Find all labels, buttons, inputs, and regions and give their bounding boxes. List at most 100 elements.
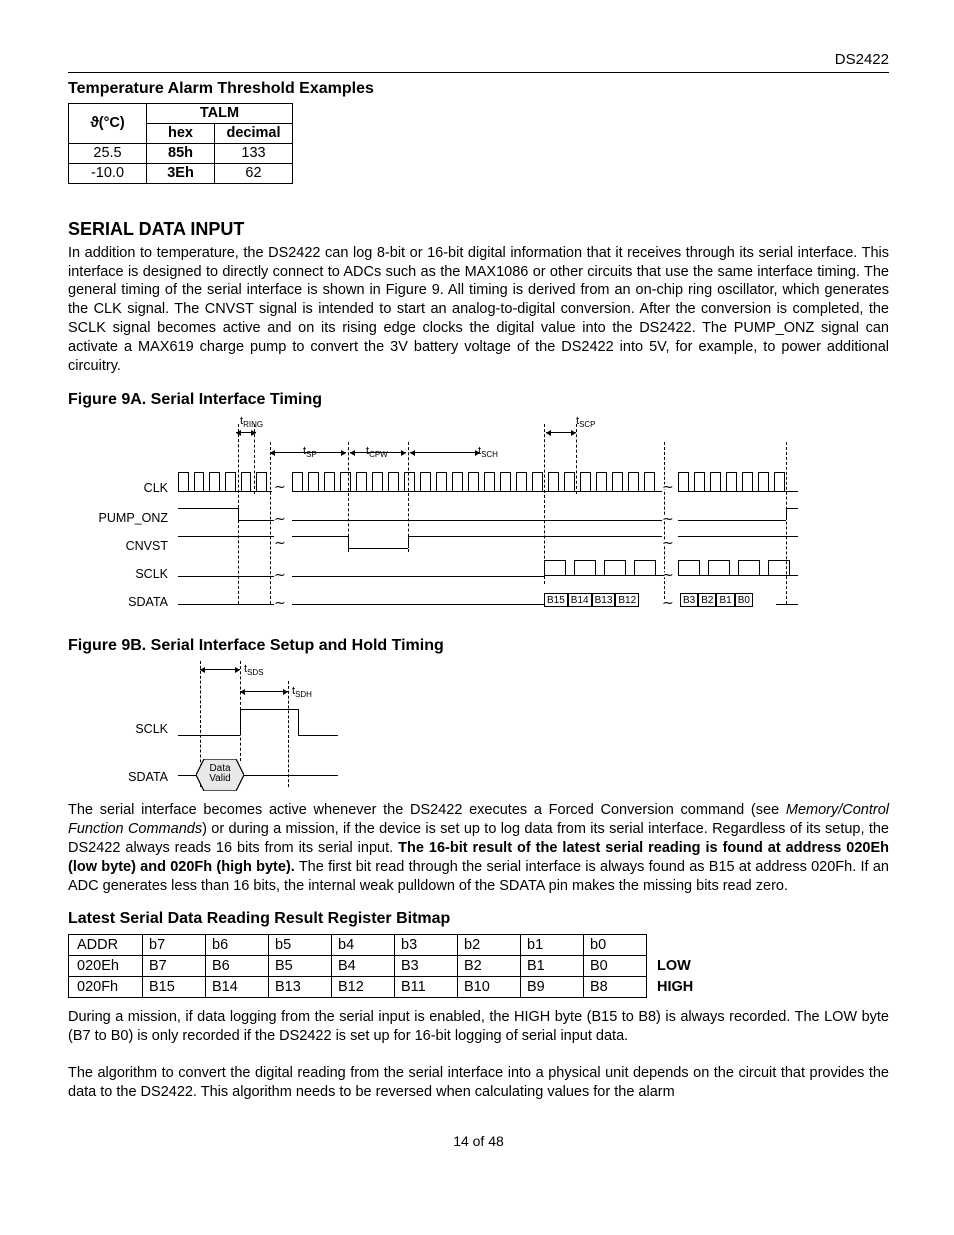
reg-bit-header: b5: [269, 935, 332, 956]
fig9a-dash: [664, 442, 665, 604]
reg-bit-header: b1: [521, 935, 584, 956]
fig9a-label-sclk: SCLK: [68, 566, 168, 582]
fig9a-arrow: [410, 452, 480, 453]
bit-box: B12: [615, 593, 639, 607]
fig9b-sclk-line: [240, 709, 241, 735]
reg-row: 020Fh B15 B14 B13 B12 B11 B10 B9 B8 HIGH: [69, 977, 707, 998]
break-icon: ≀: [276, 485, 286, 490]
bit-box: B1: [716, 593, 734, 607]
talm-col-hex: hex: [147, 124, 215, 144]
fig9a-pump-line: [678, 520, 786, 521]
fig9a-sdata-line: [178, 604, 274, 605]
reg-header-row: ADDR b7 b6 b5 b4 b3 b2 b1 b0: [69, 935, 707, 956]
top-rule: [68, 72, 889, 73]
fig9a-clk-train: [678, 472, 798, 492]
serial-heading: SERIAL DATA INPUT: [68, 218, 889, 241]
break-icon: ≀: [276, 541, 286, 546]
trailing-p2: The algorithm to convert the digital rea…: [68, 1064, 889, 1102]
break-icon: ≀: [664, 541, 674, 546]
fig9b-dash: [288, 681, 289, 787]
bit-box: B14: [568, 593, 592, 607]
fig9a-label-pump: PUMP_ONZ: [68, 510, 168, 526]
break-icon: ≀: [276, 601, 286, 606]
reg-heading: Latest Serial Data Reading Result Regist…: [68, 909, 889, 930]
trailing-p1: During a mission, if data logging from t…: [68, 1008, 889, 1046]
fig9b-heading: Figure 9B. Serial Interface Setup and Ho…: [68, 636, 889, 657]
fig9b-sdata-line: [244, 775, 338, 776]
serial-paragraph: In addition to temperature, the DS2422 c…: [68, 244, 889, 376]
reg-bit: B10: [458, 977, 521, 998]
fig9a-bits-left: B15B14B13B12: [544, 590, 639, 609]
fig9b-t-sds: tSDS: [244, 662, 264, 679]
fig9a-clk-train: [178, 472, 272, 492]
fig9a-pump-line: [178, 508, 238, 509]
reg-row: 020Eh B7 B6 B5 B4 B3 B2 B1 B0 LOW: [69, 956, 707, 977]
reg-bit-header: b6: [206, 935, 269, 956]
fig9a-label-cnvst: CNVST: [68, 538, 168, 554]
page-number: 14 of 48: [68, 1132, 889, 1150]
reg-bit: B1: [521, 956, 584, 977]
reg-tag: [647, 935, 707, 956]
fig9a-t-ring: tRING: [240, 414, 263, 431]
fig9b-sclk-line: [298, 735, 338, 736]
reg-addr: 020Fh: [69, 977, 143, 998]
fig9a-bits-right: B3B2B1B0: [680, 590, 753, 609]
reg-bit: B14: [206, 977, 269, 998]
fig9a-sclk-line: [178, 576, 274, 577]
fig9a-pump-line: [786, 508, 798, 509]
fig9b-sdata-line: [178, 775, 196, 776]
reg-bit: B0: [584, 956, 647, 977]
talm-theta-cell: 25.5: [69, 144, 147, 164]
talm-col-dec: decimal: [215, 124, 293, 144]
talm-heading: Temperature Alarm Threshold Examples: [68, 79, 889, 100]
reg-bit: B5: [269, 956, 332, 977]
reg-bit: B2: [458, 956, 521, 977]
reg-bit-header: b7: [143, 935, 206, 956]
fig9b-arrow: [240, 691, 288, 692]
reg-bit: B8: [584, 977, 647, 998]
fig9a-label-sdata: SDATA: [68, 594, 168, 610]
fig9a-pump-line: [292, 520, 662, 521]
talm-dec-cell: 62: [215, 164, 293, 184]
fig9a-heading: Figure 9A. Serial Interface Timing: [68, 390, 889, 411]
reg-bit-header: b0: [584, 935, 647, 956]
break-icon: ≀: [664, 601, 674, 606]
reg-bit: B3: [395, 956, 458, 977]
reg-bit: B7: [143, 956, 206, 977]
fig9a-t-scp: tSCP: [576, 414, 596, 431]
reg-table: ADDR b7 b6 b5 b4 b3 b2 b1 b0 020Eh B7 B6…: [68, 934, 707, 998]
fig9a-label-clk: CLK: [68, 480, 168, 496]
fig9a-pump-line: [238, 508, 239, 520]
post-fig-paragraph: The serial interface becomes active when…: [68, 801, 889, 895]
fig9a-t-sch: tSCH: [478, 444, 498, 461]
part-number: DS2422: [68, 50, 889, 70]
fig9a-cnvst-line: [292, 536, 348, 537]
fig9b-sclk-line: [298, 709, 299, 735]
fig9a-t-cpw: tCPW: [366, 444, 388, 461]
fig9a-sclk-train: [678, 560, 798, 576]
talm-row: -10.0 3Eh 62: [69, 164, 293, 184]
fig9a-cnvst-line: [348, 536, 349, 548]
reg-tag: HIGH: [647, 977, 707, 998]
talm-row: 25.5 85h 133: [69, 144, 293, 164]
talm-hex-cell: 85h: [147, 144, 215, 164]
reg-bit: B6: [206, 956, 269, 977]
talm-theta-cell: -10.0: [69, 164, 147, 184]
reg-bit-header: b2: [458, 935, 521, 956]
fig9b-arrow: [200, 669, 240, 670]
break-icon: ≀: [664, 517, 674, 522]
fig9a-arrow: [236, 432, 256, 433]
talm-col-group: TALM: [147, 104, 293, 124]
bit-box: B2: [698, 593, 716, 607]
talm-dec-cell: 133: [215, 144, 293, 164]
break-icon: ≀: [276, 573, 286, 578]
fig9a-sdata-line: [292, 604, 544, 605]
reg-addr: 020Eh: [69, 956, 143, 977]
bit-box: B13: [592, 593, 616, 607]
talm-hex-cell: 3Eh: [147, 164, 215, 184]
reg-bit: B9: [521, 977, 584, 998]
reg-tag: LOW: [647, 956, 707, 977]
fig9a-sclk-line: [292, 576, 544, 577]
fig9a-clk-train: [292, 472, 662, 492]
fig9a-sdata-line: [776, 604, 798, 605]
